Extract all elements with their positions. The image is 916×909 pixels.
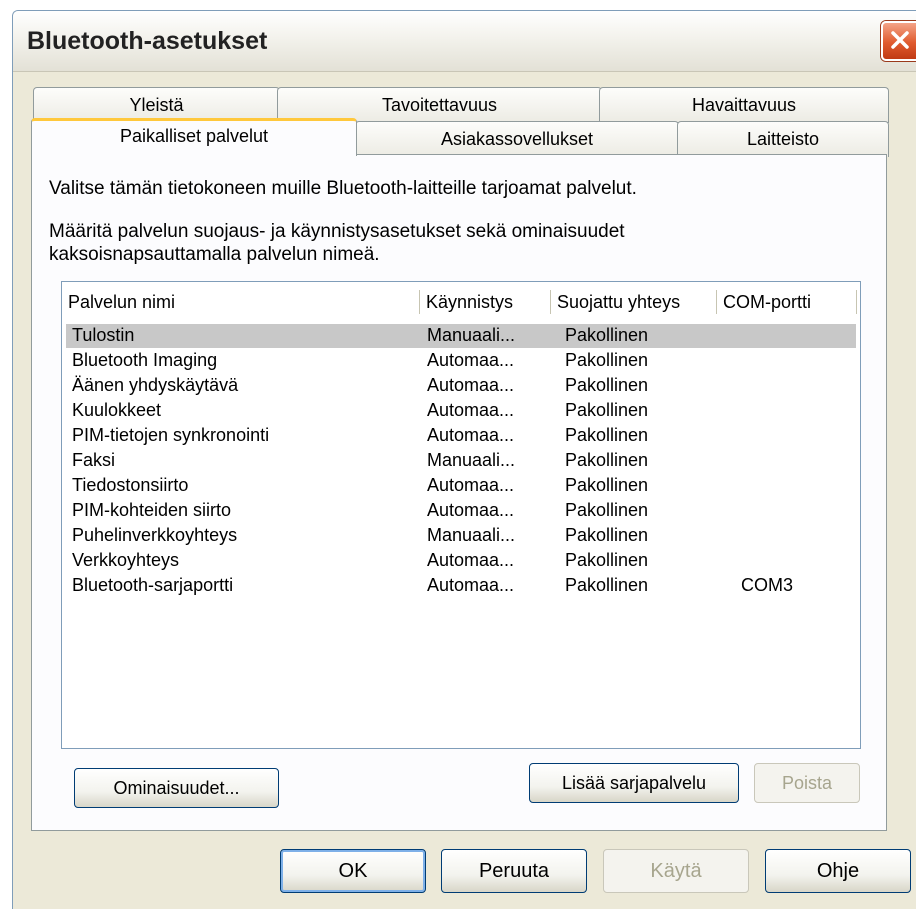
list-header: Palvelun nimi Käynnistys Suojattu yhteys…: [62, 282, 860, 322]
title-bar[interactable]: Bluetooth-asetukset: [13, 11, 916, 72]
secure-connection: Pakollinen: [565, 350, 649, 370]
secure-connection: Pakollinen: [565, 425, 649, 445]
service-name: PIM-tietojen synkronointi: [72, 425, 270, 445]
startup-mode: Automaa...: [427, 500, 515, 520]
tab-laitteisto[interactable]: Laitteisto: [677, 121, 889, 157]
secure-connection: Pakollinen: [565, 375, 649, 395]
remove-button[interactable]: Poista: [754, 763, 860, 803]
cancel-button[interactable]: Peruuta: [441, 849, 587, 893]
table-row[interactable]: Äänen yhdyskäytävä Automaa... Pakollinen: [62, 373, 860, 398]
ok-button[interactable]: OK: [280, 849, 426, 893]
service-name: Bluetooth-sarjaportti: [72, 575, 234, 595]
table-row[interactable]: Kuulokkeet Automaa... Pakollinen: [62, 398, 860, 423]
service-name: Kuulokkeet: [72, 400, 162, 420]
add-serial-service-button[interactable]: Lisää sarjapalvelu: [529, 763, 739, 803]
com-port: COM3: [741, 575, 794, 595]
column-label: Suojattu yhteys: [557, 292, 681, 312]
secure-connection: Pakollinen: [565, 450, 649, 470]
secure-connection: Pakollinen: [565, 550, 649, 570]
table-row[interactable]: PIM-kohteiden siirto Automaa... Pakollin…: [62, 498, 860, 523]
tab-paikalliset-palvelut[interactable]: Paikalliset palvelut: [31, 118, 357, 156]
table-row[interactable]: Faksi Manuaali... Pakollinen: [62, 448, 860, 473]
startup-mode: Automaa...: [427, 550, 515, 570]
tab-label: Tavoitettavuus: [381, 95, 498, 115]
description-line: kaksoisnapsauttamalla palvelun nimeä.: [49, 244, 380, 265]
table-row[interactable]: Tiedostonsiirto Automaa... Pakollinen: [62, 473, 860, 498]
table-row[interactable]: Puhelinverkkoyhteys Manuaali... Pakollin…: [62, 523, 860, 548]
startup-mode: Automaa...: [427, 400, 515, 420]
secure-connection: Pakollinen: [565, 475, 649, 495]
service-name: Bluetooth Imaging: [72, 350, 218, 370]
column-label: Käynnistys: [426, 292, 514, 312]
column-header-service-name[interactable]: Palvelun nimi: [62, 282, 420, 322]
secure-connection: Pakollinen: [565, 575, 649, 595]
table-row[interactable]: Tulostin Manuaali... Pakollinen: [62, 323, 860, 348]
table-row[interactable]: Bluetooth-sarjaportti Automaa... Pakolli…: [62, 573, 860, 598]
table-row[interactable]: PIM-tietojen synkronointi Automaa... Pak…: [62, 423, 860, 448]
column-header-secure-connection[interactable]: Suojattu yhteys: [551, 282, 717, 322]
table-row[interactable]: Verkkoyhteys Automaa... Pakollinen: [62, 548, 860, 573]
help-button[interactable]: Ohje: [765, 849, 911, 893]
tab-label: Laitteisto: [746, 129, 820, 149]
service-name: Tiedostonsiirto: [72, 475, 189, 495]
startup-mode: Automaa...: [427, 575, 515, 595]
startup-mode: Automaa...: [427, 350, 515, 370]
startup-mode: Automaa...: [427, 425, 515, 445]
close-button[interactable]: [881, 21, 916, 61]
secure-connection: Pakollinen: [565, 500, 649, 520]
bluetooth-settings-dialog: Bluetooth-asetukset Yleistä Tavoitettavu…: [12, 10, 916, 909]
service-name: Faksi: [72, 450, 116, 470]
startup-mode: Manuaali...: [427, 525, 516, 545]
tab-havaittavuus[interactable]: Havaittavuus: [599, 87, 889, 123]
service-name: Äänen yhdyskäytävä: [72, 375, 239, 395]
tab-label: Havaittavuus: [691, 95, 797, 115]
services-list[interactable]: Palvelun nimi Käynnistys Suojattu yhteys…: [61, 281, 861, 749]
column-header-startup[interactable]: Käynnistys: [420, 282, 551, 322]
properties-button[interactable]: Ominaisuudet...: [74, 768, 279, 808]
startup-mode: Manuaali...: [427, 325, 516, 345]
column-label: Palvelun nimi: [68, 292, 176, 312]
window-title: Bluetooth-asetukset: [27, 27, 268, 55]
description-text: Valitse tämän tietokoneen muille Bluetoo…: [49, 178, 637, 199]
secure-connection: Pakollinen: [565, 325, 649, 345]
service-name: Verkkoyhteys: [72, 550, 180, 570]
startup-mode: Manuaali...: [427, 450, 516, 470]
description-line: Määritä palvelun suojaus- ja käynnistysa…: [49, 221, 625, 242]
close-icon: [891, 31, 909, 49]
startup-mode: Automaa...: [427, 375, 515, 395]
tab-label: Asiakassovellukset: [440, 129, 594, 149]
startup-mode: Automaa...: [427, 475, 515, 495]
tab-label: Paikalliset palvelut: [119, 126, 269, 146]
secure-connection: Pakollinen: [565, 525, 649, 545]
table-row[interactable]: Bluetooth Imaging Automaa... Pakollinen: [62, 348, 860, 373]
column-label: COM-portti: [723, 292, 812, 312]
service-name: PIM-kohteiden siirto: [72, 500, 232, 520]
column-header-com-port[interactable]: COM-portti: [717, 282, 857, 322]
description-text-2: Määritä palvelun suojaus- ja käynnistysa…: [49, 220, 625, 266]
apply-button[interactable]: Käytä: [603, 849, 749, 893]
secure-connection: Pakollinen: [565, 400, 649, 420]
tab-asiakassovellukset[interactable]: Asiakassovellukset: [355, 121, 679, 157]
service-name: Tulostin: [72, 325, 135, 345]
tab-label: Yleistä: [129, 95, 184, 115]
service-name: Puhelinverkkoyhteys: [72, 525, 238, 545]
